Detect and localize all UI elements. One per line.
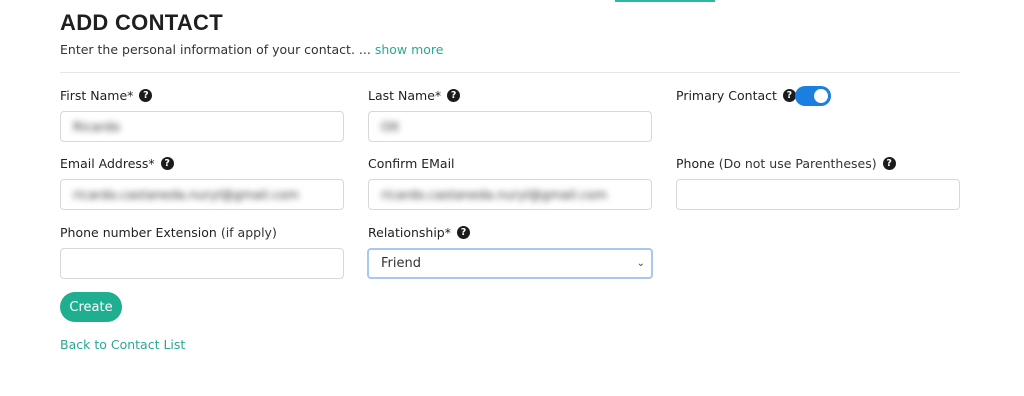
phone-label-hint: (Do not use Parentheses): [718, 156, 877, 171]
question-circle-icon[interactable]: ?: [139, 89, 153, 102]
extension-label-text: Phone number Extension: [60, 225, 217, 240]
phone-input[interactable]: [677, 180, 959, 209]
question-circle-icon[interactable]: ?: [447, 89, 461, 102]
phone-label: Phone (Do not use Parentheses) ?: [676, 156, 896, 171]
question-circle-icon[interactable]: ?: [782, 89, 796, 102]
subtitle-text: Enter the personal information of your c…: [60, 42, 375, 57]
primary-contact-toggle[interactable]: [795, 86, 831, 106]
primary-contact-label: Primary Contact ?: [676, 88, 796, 103]
back-to-contact-list-link[interactable]: Back to Contact List: [60, 337, 185, 352]
show-more-link[interactable]: show more: [375, 42, 444, 57]
relationship-label: Relationship* ?: [368, 225, 470, 240]
relationship-label-text: Relationship*: [368, 225, 451, 240]
confirm-email-input[interactable]: [369, 180, 651, 209]
confirm-email-field[interactable]: [368, 179, 652, 210]
phone-label-text: Phone: [676, 156, 715, 171]
first-name-label: First Name* ?: [60, 88, 153, 103]
email-label-text: Email Address*: [60, 156, 155, 171]
phone-field[interactable]: [676, 179, 960, 210]
last-name-input[interactable]: [369, 112, 651, 141]
first-name-input[interactable]: [61, 112, 343, 141]
email-field[interactable]: [60, 179, 344, 210]
page-title: ADD CONTACT: [60, 10, 223, 35]
extension-input[interactable]: [61, 249, 343, 278]
last-name-label-text: Last Name*: [368, 88, 442, 103]
relationship-selected-value: Friend: [381, 256, 421, 271]
first-name-field[interactable]: [60, 111, 344, 142]
toggle-knob: [814, 89, 828, 103]
chevron-down-icon: ⌄: [636, 258, 645, 269]
top-accent-bar: [615, 0, 715, 2]
relationship-select[interactable]: Friend ⌄: [367, 248, 653, 279]
question-circle-icon[interactable]: ?: [882, 157, 896, 170]
first-name-label-text: First Name*: [60, 88, 134, 103]
last-name-label: Last Name* ?: [368, 88, 461, 103]
email-input[interactable]: [61, 180, 343, 209]
last-name-field[interactable]: [368, 111, 652, 142]
question-circle-icon[interactable]: ?: [456, 226, 470, 239]
page-subtitle: Enter the personal information of your c…: [60, 42, 443, 57]
confirm-email-label: Confirm EMail: [368, 156, 455, 171]
header-divider: [60, 72, 960, 73]
email-label: Email Address* ?: [60, 156, 174, 171]
confirm-email-label-text: Confirm EMail: [368, 156, 455, 171]
extension-label: Phone number Extension (if apply): [60, 225, 277, 240]
question-circle-icon[interactable]: ?: [160, 157, 174, 170]
extension-field[interactable]: [60, 248, 344, 279]
extension-label-hint: (if apply): [220, 225, 277, 240]
create-button[interactable]: Create: [60, 292, 122, 322]
primary-contact-label-text: Primary Contact: [676, 88, 777, 103]
